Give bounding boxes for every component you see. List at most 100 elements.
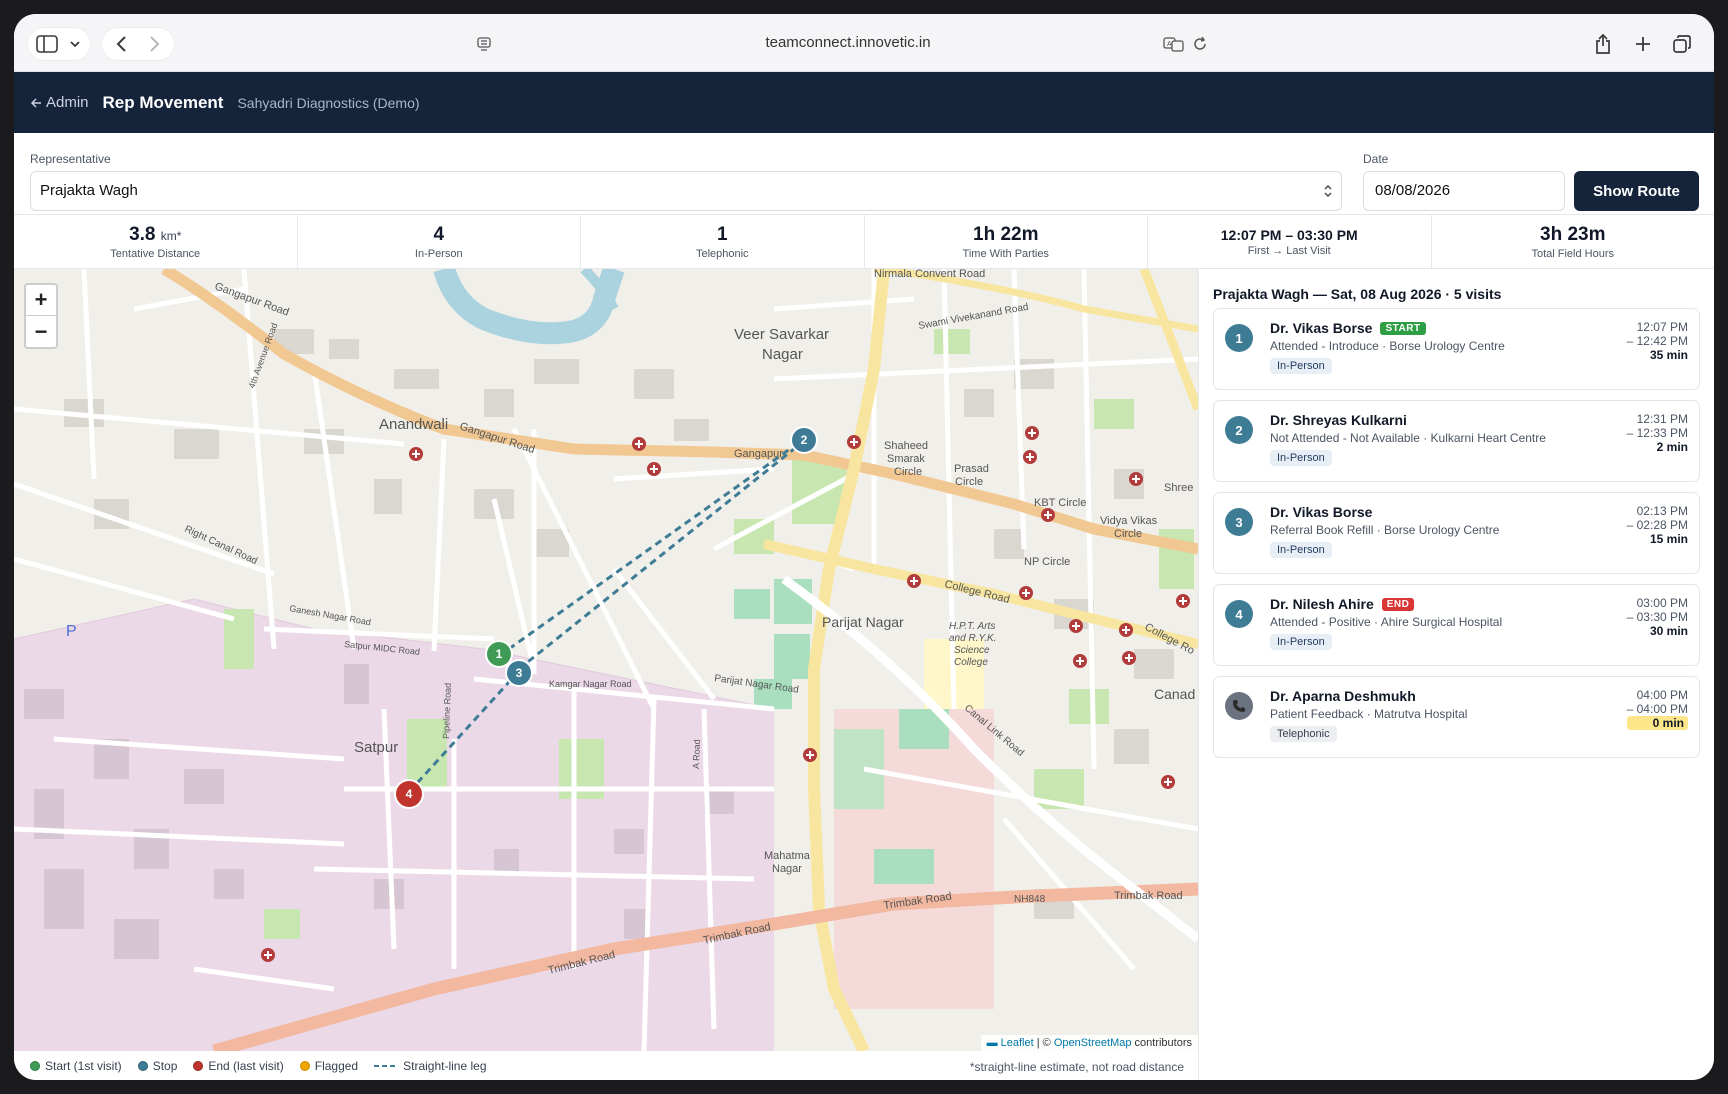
reader-icon[interactable] <box>472 28 496 60</box>
label-vidya-1: Vidya Vikas <box>1100 515 1158 527</box>
visit-type-badge: In-Person <box>1270 450 1332 466</box>
label-canad: Canad <box>1154 686 1195 702</box>
marker-label: 1 <box>496 647 503 661</box>
stat-value: 1 <box>716 223 728 245</box>
filter-bar: Representative Prajakta Wagh Date 08/08/… <box>14 133 1714 215</box>
stat-in-person: 4 In-Person <box>298 215 581 268</box>
legend-end-label: End (last visit) <box>208 1058 284 1073</box>
visit-card[interactable]: 4 Dr. Nilesh Ahire END Attended - Positiv… <box>1213 584 1700 666</box>
attribution-separator: | © <box>1033 1037 1054 1049</box>
zoom-in-button[interactable]: + <box>26 285 56 316</box>
map-legend: Start (1st visit) Stop End (last visit) … <box>14 1051 1198 1080</box>
label-parking: P <box>66 623 77 640</box>
osm-link[interactable]: OpenStreetMap <box>1054 1037 1132 1049</box>
show-route-button[interactable]: Show Route <box>1574 171 1699 211</box>
leaflet-link[interactable]: ▬ Leaflet <box>987 1037 1034 1049</box>
legend-end: End (last visit) <box>193 1058 284 1073</box>
address-bar[interactable]: teamconnect.innovetic.in <box>14 14 1714 72</box>
stop-dot-icon <box>137 1060 148 1071</box>
org-name: Sahyadri Diagnostics (Demo) <box>237 94 420 111</box>
visit-start-time: 12:31 PM <box>1636 412 1688 426</box>
label-mahatma-1: Mahatma <box>764 850 811 862</box>
visit-start-time: 12:07 PM <box>1636 320 1688 334</box>
label-shaheed-1: Shaheed <box>884 440 928 452</box>
label-pipeline: Pipeline Road <box>441 683 453 739</box>
label-kamgar: Kamgar Nagar Road <box>549 679 632 689</box>
zoom-control: + − <box>24 283 58 349</box>
visit-type-badge: Telephonic <box>1270 726 1337 742</box>
stat-label: Telephonic <box>695 247 749 260</box>
visit-name: Dr. Nilesh Ahire <box>1270 596 1374 612</box>
stat-distance: 3.8 km* Tentative Distance <box>14 215 298 268</box>
label-trimbak-4: Trimbak Road <box>1114 890 1183 902</box>
marker-label: 4 <box>406 787 413 801</box>
legend-start: Start (1st visit) <box>30 1059 122 1073</box>
marker-label: 3 <box>516 666 523 680</box>
visit-end-time: – 02:28 PM <box>1626 518 1688 532</box>
label-np: NP Circle <box>1024 556 1070 568</box>
select-arrows-icon <box>1323 172 1333 210</box>
visit-end-time: – 12:42 PM <box>1626 334 1688 348</box>
new-tab-icon[interactable] <box>1630 28 1656 60</box>
legend-stop-label: Stop <box>152 1058 178 1073</box>
rep-label: Representative <box>30 152 111 166</box>
visit-card[interactable]: 3 Dr. Vikas Borse Referral Book Refill ·… <box>1213 492 1700 574</box>
panel-title: Prajakta Wagh — Sat, 08 Aug 2026 · 5 vis… <box>1213 286 1502 302</box>
visit-name: Dr. Shreyas Kulkarni <box>1270 412 1407 428</box>
visit-card[interactable]: 1 Dr. Vikas Borse START Attended - Introd… <box>1213 308 1700 390</box>
date-label: Date <box>1363 152 1389 166</box>
date-input[interactable]: 08/08/2026 <box>1363 171 1565 211</box>
visit-duration: 30 min <box>1649 624 1688 638</box>
stat-unit: km* <box>160 228 182 243</box>
zoom-out-button[interactable]: − <box>26 316 56 347</box>
visit-marker-2[interactable]: 2 <box>790 426 818 454</box>
rep-select-value: Prajakta Wagh <box>40 182 138 199</box>
label-shree: Shree <box>1164 482 1193 494</box>
label-kbt: KBT Circle <box>1034 497 1086 509</box>
label-prasad-1: Prasad <box>954 463 989 475</box>
route-map[interactable]: Veer Savarkar Nagar Anandwali Gangapur R… <box>14 269 1198 1051</box>
visit-detail: Not Attended - Not Available · Kulkarni … <box>1270 431 1546 445</box>
visit-end-time: – 04:00 PM <box>1626 702 1688 716</box>
marker-label: 2 <box>801 433 808 447</box>
label-mahatma-2: Nagar <box>772 863 802 875</box>
url-text: teamconnect.innovetic.in <box>765 34 931 51</box>
label-hpt-2: and R.Y.K. <box>949 633 996 644</box>
stat-value: 3h 23m <box>1540 223 1606 245</box>
end-badge: END <box>1381 597 1415 611</box>
svg-text:A: A <box>1167 41 1172 48</box>
translate-icon[interactable]: A <box>1161 28 1187 60</box>
label-a-road: A Road <box>691 739 702 769</box>
label-nirmala: Nirmala Convent Road <box>874 269 985 280</box>
visit-number: 2 <box>1225 416 1253 444</box>
legend-flagged-label: Flagged <box>314 1058 359 1073</box>
visit-detail: Attended - Introduce · Borse Urology Cen… <box>1270 339 1505 353</box>
tabs-icon[interactable] <box>1669 28 1695 60</box>
label-hpt-4: College <box>954 657 988 668</box>
visit-marker-4[interactable]: 4 <box>394 779 424 809</box>
label-nagar: Nagar <box>762 346 803 363</box>
dashed-line-icon <box>374 1064 399 1067</box>
visit-duration: 35 min <box>1649 348 1688 362</box>
stat-value: 3.8 <box>129 223 156 245</box>
stat-first-last-visit: 12:07 PM – 03:30 PM First → Last Visit <box>1148 215 1432 268</box>
visit-type-badge: In-Person <box>1270 634 1332 650</box>
visit-duration: 2 min <box>1656 440 1688 454</box>
label-prasad-2: Circle <box>955 476 983 488</box>
reload-icon[interactable] <box>1188 28 1212 60</box>
visit-marker-3[interactable]: 3 <box>505 659 533 687</box>
device-frame: teamconnect.innovetic.in A Admin Rep Mov… <box>14 14 1714 1080</box>
visit-number: 1 <box>1225 324 1253 352</box>
visit-name: Dr. Vikas Borse <box>1270 320 1373 336</box>
label-nh848: NH848 <box>1014 894 1046 905</box>
stat-label: Total Field Hours <box>1531 247 1615 260</box>
visit-duration: 0 min <box>1626 716 1688 730</box>
stats-bar: 3.8 km* Tentative Distance 4 In-Person 1… <box>14 215 1714 269</box>
admin-back-link[interactable]: Admin <box>30 94 89 111</box>
arrow-left-icon <box>30 97 41 108</box>
share-icon[interactable] <box>1590 28 1616 60</box>
end-dot-icon <box>193 1060 204 1071</box>
rep-select[interactable]: Prajakta Wagh <box>30 171 1342 211</box>
visit-card[interactable]: 2 Dr. Shreyas Kulkarni Not Attended - No… <box>1213 400 1700 482</box>
visit-card[interactable]: Dr. Aparna Deshmukh Patient Feedback · M… <box>1213 676 1700 758</box>
